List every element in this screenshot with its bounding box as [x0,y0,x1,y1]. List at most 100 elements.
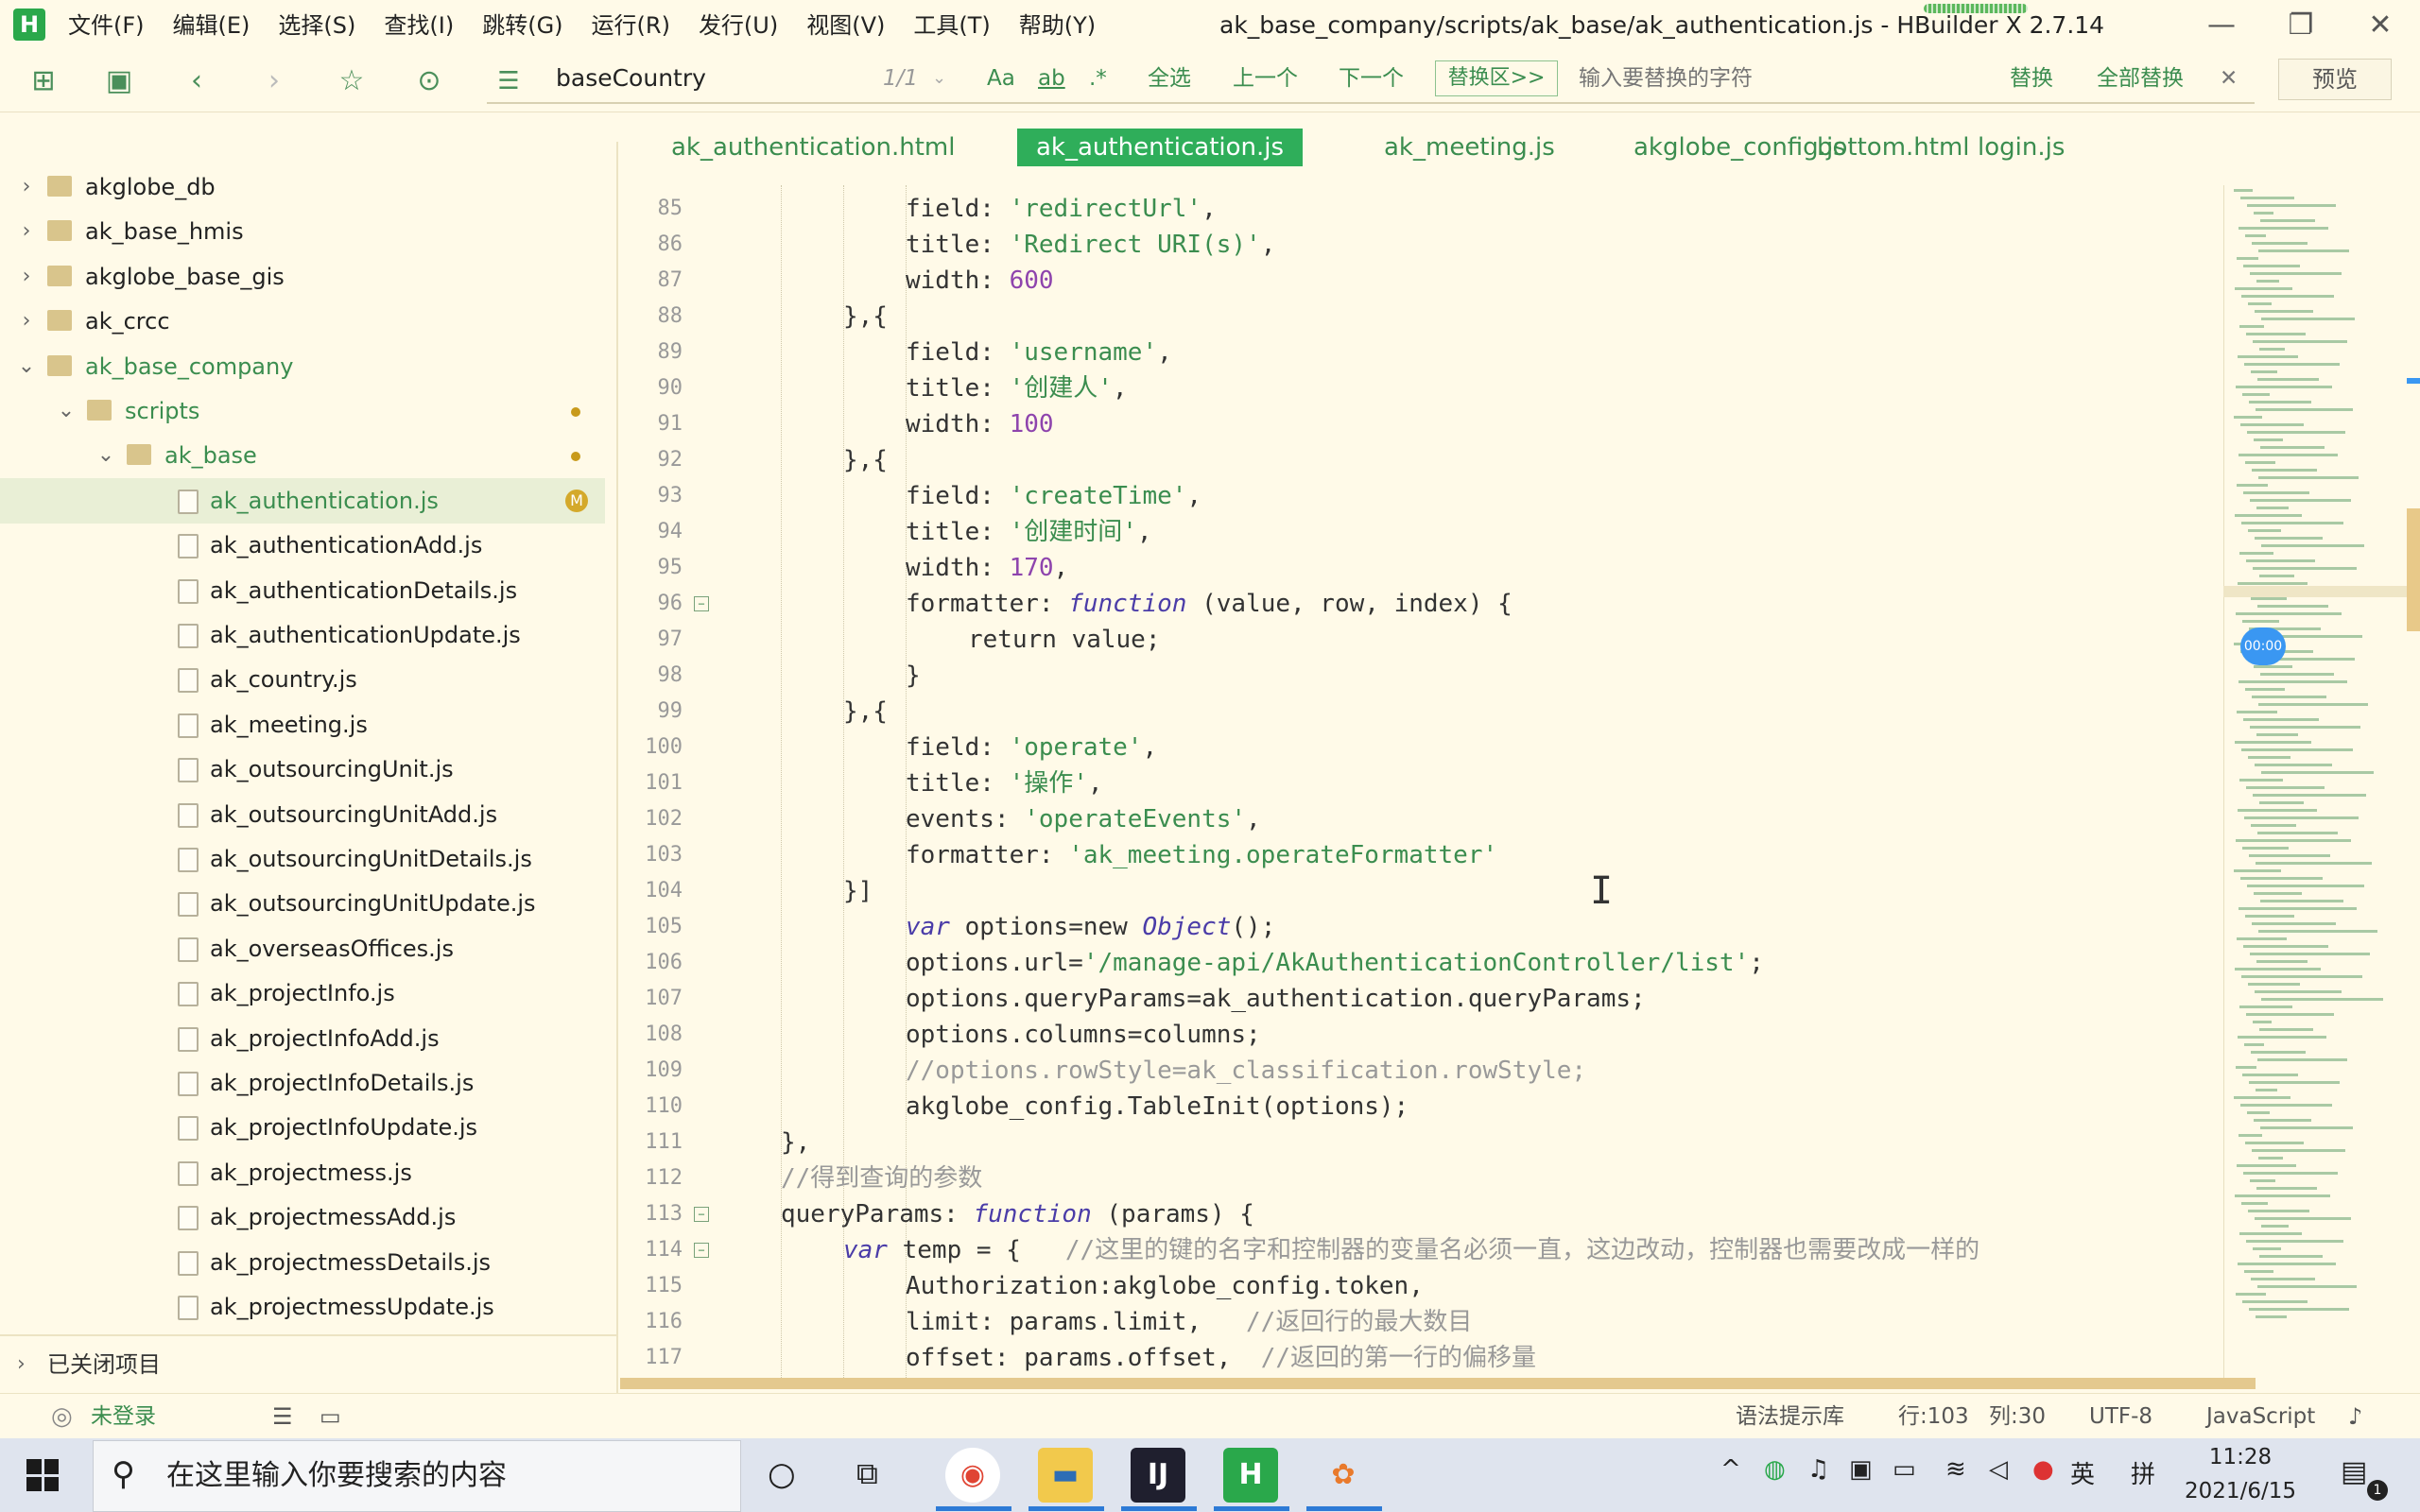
tree-item[interactable]: ak_projectmessAdd.js [0,1194,605,1240]
taskbar-search-placeholder[interactable]: 在这里输入你要搜索的内容 [166,1440,507,1512]
code-line[interactable]: 113− queryParams: function (params) { [620,1196,2227,1232]
chevron-down-icon[interactable]: ⌄ [15,344,38,389]
photos-icon[interactable]: ✿ [1316,1448,1371,1503]
minimap-viewport[interactable] [2223,586,2412,597]
fold-toggle-icon[interactable]: − [694,1207,709,1222]
replace-zone-toggle[interactable]: 替换区>> [1435,60,1558,96]
language-mode[interactable]: JavaScript [2206,1394,2315,1439]
screen-capture-icon[interactable]: ▣ [1849,1455,1873,1484]
restore-button[interactable]: ❐ [2263,0,2339,51]
code-line[interactable]: 100 field: 'operate', [620,730,2227,765]
tray-overflow-chevron-icon[interactable]: ^ [1720,1455,1741,1484]
list-icon[interactable]: ☰ [272,1394,293,1439]
regex-toggle[interactable]: .* [1089,55,1107,102]
tree-item[interactable]: ⌄ ak_base [0,433,605,478]
menu-item[interactable]: 发行(U) [699,0,778,51]
tree-item[interactable]: ak_authenticationUpdate.js [0,612,605,658]
forward-arrow-icon[interactable]: › [257,64,291,98]
code-line[interactable]: 96− formatter: function (value, row, inde… [620,586,2227,622]
intellij-icon[interactable]: IJ [1131,1448,1185,1503]
code-line[interactable]: 115 Authorization:akglobe_config.token, [620,1268,2227,1304]
close-window-button[interactable]: ✕ [2342,0,2418,51]
find-input[interactable]: baseCountry [556,55,706,102]
volume-icon[interactable]: ◁ [1989,1455,2008,1484]
code-line[interactable]: 105 var options=new Object(); [620,909,2227,945]
code-line[interactable]: 108 options.columns=columns; [620,1017,2227,1053]
preview-button[interactable]: 预览 [2278,59,2392,100]
tree-item[interactable]: ak_projectInfo.js [0,971,605,1016]
replace-input[interactable] [1577,59,1978,98]
code-line[interactable]: 91 width: 100 [620,406,2227,442]
tree-item[interactable]: › ak_base_hmis [0,209,605,254]
minimap[interactable] [2223,185,2404,1378]
tree-item[interactable]: ak_outsourcingUnit.js [0,747,605,792]
tree-item[interactable]: › akglobe_db [0,164,605,210]
tree-item[interactable]: ak_outsourcingUnitAdd.js [0,792,605,837]
microphone-icon[interactable]: ♫ [1807,1455,1829,1484]
fold-toggle-icon[interactable]: − [694,596,709,611]
menu-item[interactable]: 编辑(E) [173,0,251,51]
chevron-down-icon[interactable]: ⌄ [55,388,78,434]
cursor-column[interactable]: 列:30 [1989,1394,2046,1439]
tree-item[interactable]: ak_projectInfoDetails.js [0,1060,605,1106]
bell-icon[interactable]: ♪ [2348,1394,2362,1439]
horizontal-scrollbar[interactable] [620,1378,2256,1389]
menu-item[interactable]: 选择(S) [278,0,355,51]
tree-item[interactable]: ⌄ scripts [0,388,605,434]
replace-button[interactable]: 替换 [2010,55,2053,102]
tree-item[interactable]: ak_outsourcingUnitDetails.js [0,836,605,882]
tree-item[interactable]: ak_outsourcingUnitUpdate.js [0,881,605,926]
star-icon[interactable]: ☆ [335,64,369,98]
chevron-right-icon[interactable]: › [15,164,38,210]
menu-item[interactable]: 帮助(Y) [1019,0,1096,51]
ime-language[interactable]: 英 [2070,1455,2095,1490]
code-line[interactable]: 87 width: 600 [620,263,2227,299]
menu-item[interactable]: 跳转(G) [482,0,562,51]
tree-item[interactable]: ak_country.js [0,657,605,702]
whole-word-toggle[interactable]: ab [1038,55,1065,102]
fold-toggle-icon[interactable]: − [694,1243,709,1258]
code-line[interactable]: 106 options.url='/manage-api/AkAuthentica… [620,945,2227,981]
code-line[interactable]: 112 //得到查询的参数 [620,1160,2227,1196]
editor-tab[interactable]: login.js [1959,129,2083,166]
tree-item[interactable]: ⌄ ak_base_company [0,344,605,389]
code-line[interactable]: 109 //options.rowStyle=ak_classification.… [620,1053,2227,1089]
code-line[interactable]: 117 offset: params.offset, //返回的第一行的偏移量 [620,1340,2227,1376]
editor-tab[interactable]: ak_authentication.html [652,129,975,166]
chevron-down-icon[interactable]: ⌄ [95,433,117,478]
tree-item[interactable]: ak_projectInfoUpdate.js [0,1105,605,1150]
find-prev-button[interactable]: 上一个 [1233,55,1298,102]
menu-item[interactable]: 文件(F) [68,0,145,51]
chevron-right-icon[interactable]: › [15,209,38,254]
tree-item[interactable]: ak_projectmessUpdate.js [0,1284,605,1330]
code-line[interactable]: 93 field: 'createTime', [620,478,2227,514]
code-line[interactable]: 110 akglobe_config.TableInit(options); [620,1089,2227,1125]
code-line[interactable]: 94 title: '创建时间', [620,514,2227,550]
cortana-icon[interactable]: ○ [768,1455,796,1493]
select-all-button[interactable]: 全选 [1148,55,1191,102]
closed-projects-row[interactable]: › 已关闭项目 [0,1334,618,1393]
wifi-icon[interactable]: ≋ [1945,1455,1966,1484]
menu-item[interactable]: 视图(V) [806,0,885,51]
match-case-toggle[interactable]: Aa [987,55,1015,102]
code-line[interactable]: 116 limit: params.limit, //返回行的最大数目 [620,1304,2227,1340]
new-file-icon[interactable]: ⊞ [26,64,60,98]
code-line[interactable]: 85 field: 'redirectUrl', [620,191,2227,227]
close-find-icon[interactable]: ✕ [2220,55,2238,102]
chevron-right-icon[interactable]: › [15,299,38,344]
chrome-icon[interactable]: ◉ [945,1448,1000,1503]
file-explorer-icon[interactable]: ▬ [1038,1448,1093,1503]
code-line[interactable]: 92},{ [620,442,2227,478]
hbuilder-taskbar-icon[interactable]: H [1223,1448,1278,1503]
notification-center-icon[interactable]: ▤ [2341,1455,2367,1488]
code-line[interactable]: 114− var temp = { //这里的键的名字和控制器的变量名必须一直，这… [620,1232,2227,1268]
chevron-down-icon[interactable]: ⌄ [932,55,946,102]
tree-item[interactable]: ak_overseasOffices.js [0,926,605,971]
replace-all-button[interactable]: 全部替换 [2097,55,2184,102]
tree-item[interactable]: › akglobe_base_gis [0,254,605,300]
code-line[interactable]: 103 formatter: 'ak_meeting.operateFormatt… [620,837,2227,873]
code-line[interactable]: 95 width: 170, [620,550,2227,586]
code-line[interactable]: 88},{ [620,299,2227,335]
clock[interactable]: 11:28 2021/6/15 [2184,1440,2297,1508]
login-status[interactable]: 未登录 [91,1394,156,1439]
